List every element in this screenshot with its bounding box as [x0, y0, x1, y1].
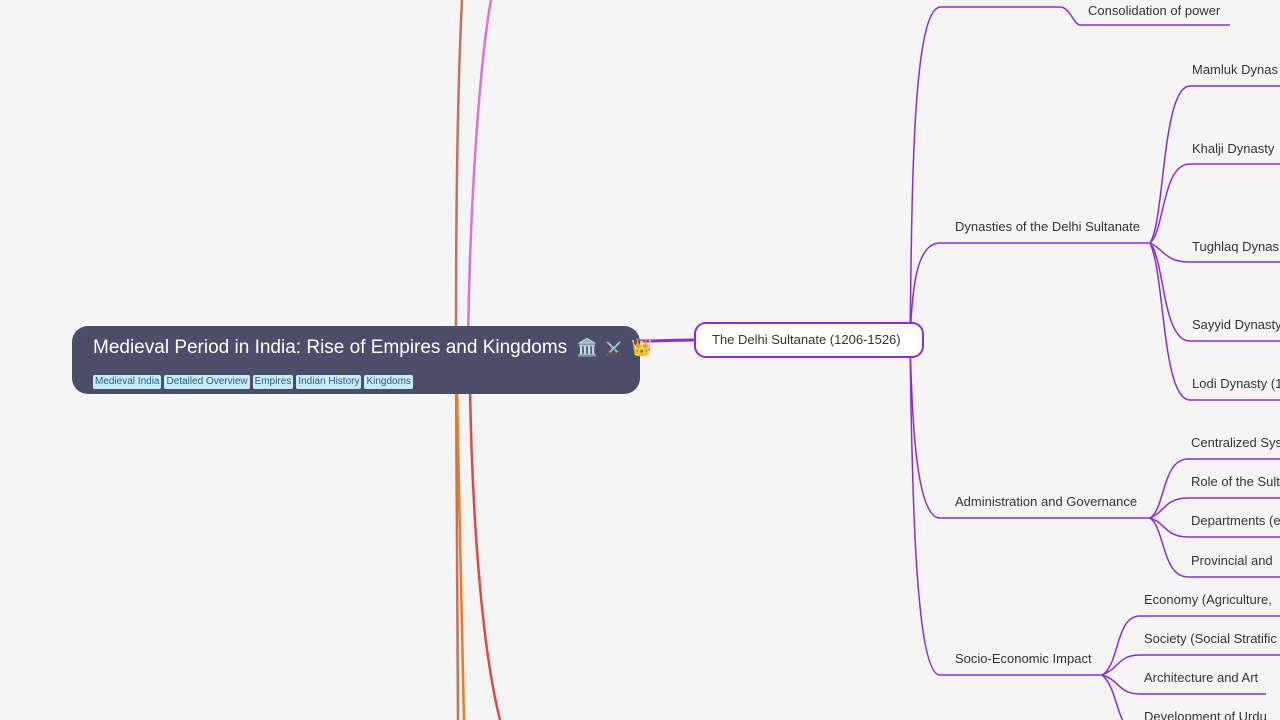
administration-item[interactable]: Departments (e	[1191, 513, 1280, 529]
delhi-sultanate-node[interactable]: The Delhi Sultanate (1206-1526)	[694, 322, 924, 358]
socio-economic-item[interactable]: Architecture and Art	[1144, 670, 1258, 686]
building-icon: 🏛️	[576, 338, 598, 357]
administration-item[interactable]: Provincial and	[1191, 553, 1273, 569]
dynasties-node[interactable]: Dynasties of the Delhi Sultanate	[955, 219, 1140, 235]
administration-item[interactable]: Role of the Sult	[1191, 474, 1280, 490]
mindmap-canvas: Medieval Period in India: Rise of Empire…	[0, 0, 1280, 720]
socio-economic-node[interactable]: Socio-Economic Impact	[955, 651, 1092, 667]
socio-economic-item[interactable]: Economy (Agriculture,	[1144, 592, 1272, 608]
dynasty-item[interactable]: Sayyid Dynasty	[1192, 317, 1280, 333]
root-node[interactable]: Medieval Period in India: Rise of Empire…	[72, 326, 653, 394]
root-title: Medieval Period in India: Rise of Empire…	[93, 337, 568, 358]
dynasty-item[interactable]: Mamluk Dynas	[1192, 62, 1278, 78]
administration-node[interactable]: Administration and Governance	[955, 494, 1137, 510]
dynasty-item[interactable]: Tughlaq Dynas	[1192, 239, 1279, 255]
tag[interactable]: Kingdoms	[364, 375, 413, 389]
crown-icon: 👑	[631, 338, 653, 357]
connector-red	[468, 389, 502, 720]
root-title-row: Medieval Period in India: Rise of Empire…	[93, 336, 653, 361]
tag-list: Medieval India Detailed Overview Empires In…	[93, 371, 620, 389]
consolidation-node[interactable]: Consolidation of power	[1088, 3, 1220, 19]
tag[interactable]: Indian History	[296, 375, 362, 389]
socio-economic-item[interactable]: Society (Social Stratific	[1144, 631, 1277, 647]
tag[interactable]: Detailed Overview	[164, 375, 250, 389]
socio-economic-item[interactable]: Development of Urdu	[1144, 709, 1267, 720]
administration-item[interactable]: Centralized Sys	[1191, 435, 1280, 451]
tag[interactable]: Medieval India	[93, 375, 162, 389]
dynasty-item[interactable]: Khalji Dynasty	[1192, 141, 1274, 157]
tag[interactable]: Empires	[252, 375, 294, 389]
dynasty-item[interactable]: Lodi Dynasty (1	[1192, 376, 1280, 392]
swords-icon: ⚔️	[605, 341, 623, 356]
connector-pink	[466, 0, 493, 341]
